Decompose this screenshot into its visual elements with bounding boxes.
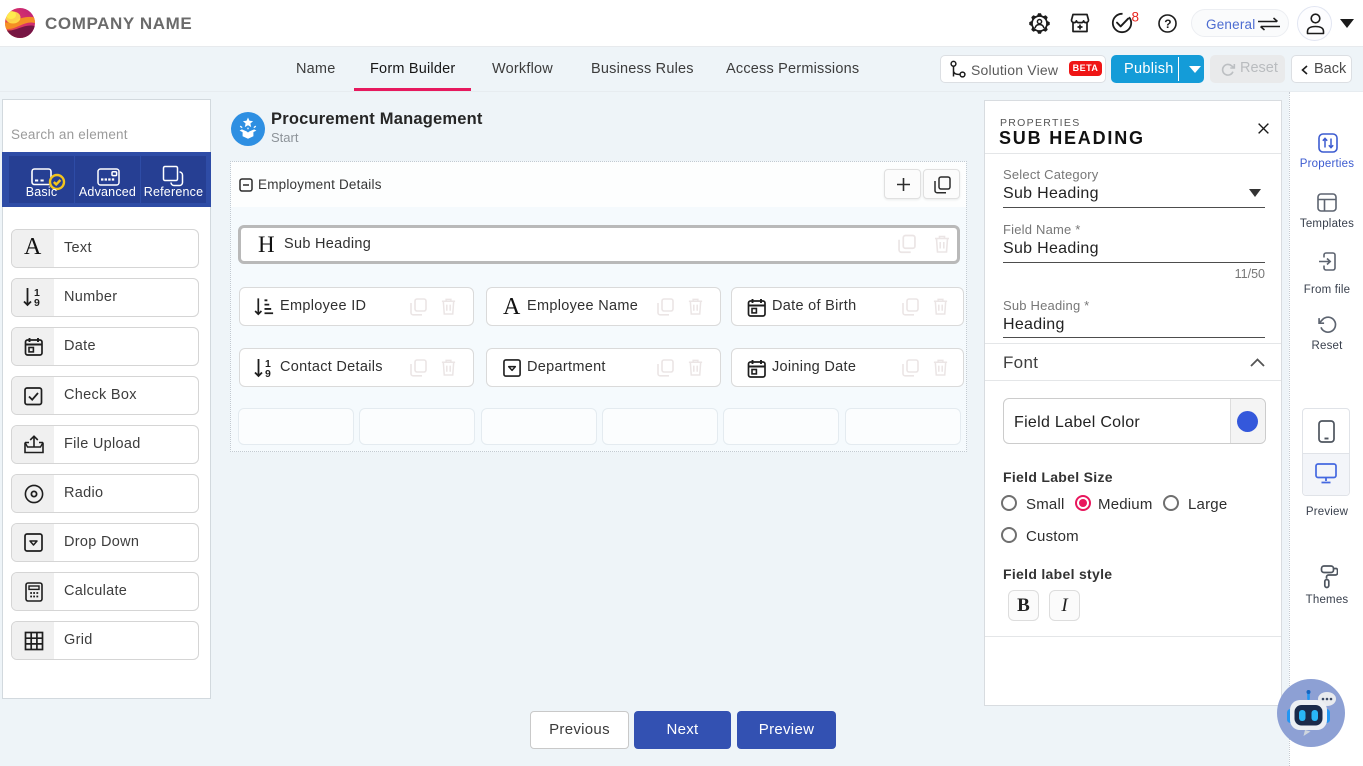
svg-text:9: 9	[34, 297, 40, 309]
svg-text:?: ?	[1164, 17, 1171, 31]
svg-text:8: 8	[1132, 10, 1140, 25]
svg-text:9: 9	[265, 368, 271, 380]
